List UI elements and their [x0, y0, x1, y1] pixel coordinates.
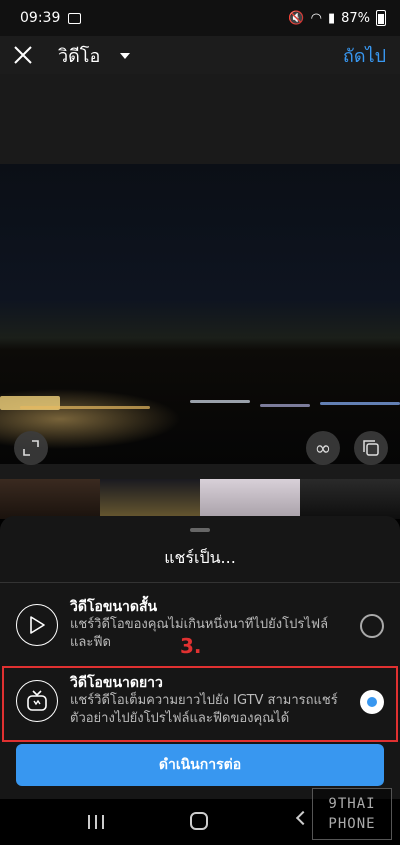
- watermark-line: 9THAI: [328, 796, 376, 812]
- status-bar: 09:39 🔇 ◠ ▮ 87%: [0, 0, 400, 36]
- recent-apps-button[interactable]: [88, 815, 104, 829]
- signal-icon: ▮: [327, 10, 336, 26]
- expand-button[interactable]: [14, 431, 48, 465]
- highlight-box: [2, 666, 398, 742]
- watermark: 9THAI PHONE: [312, 788, 392, 840]
- preview-image: [0, 164, 400, 464]
- share-as-sheet: แชร์เป็น... วิดีโอขนาดสั้น แชร์วิดีโอของ…: [0, 516, 400, 799]
- watermark-line: PHONE: [328, 816, 376, 832]
- step-marker: 3.: [180, 634, 202, 658]
- sheet-handle[interactable]: [190, 528, 210, 532]
- video-preview: ∞: [0, 74, 400, 479]
- chevron-down-icon[interactable]: [120, 53, 131, 59]
- continue-button[interactable]: ดำเนินการต่อ: [16, 744, 384, 786]
- option-description: แชร์วิดีโอของคุณไม่เกินหนึ่งนาทีไปยังโปร…: [70, 617, 329, 650]
- expand-icon: [23, 440, 39, 456]
- home-button[interactable]: [190, 812, 208, 830]
- loop-icon: ∞: [314, 436, 332, 460]
- back-button[interactable]: [295, 810, 311, 826]
- close-icon: [14, 46, 32, 64]
- thumbnail[interactable]: [0, 479, 100, 519]
- recent-apps-icon: [88, 815, 90, 829]
- next-button[interactable]: ถัดไป: [343, 41, 386, 70]
- close-button[interactable]: [0, 36, 46, 74]
- thumbnail[interactable]: [100, 479, 200, 519]
- play-icon: [30, 616, 45, 634]
- multi-select-icon: [363, 440, 379, 456]
- status-right: 🔇 ◠ ▮ 87%: [288, 10, 386, 26]
- gallery-icon: [68, 12, 82, 24]
- divider: [0, 582, 400, 583]
- status-time: 09:39: [20, 10, 61, 26]
- option-icon: [16, 604, 58, 646]
- option-label: วิดีโอขนาดสั้น: [70, 599, 158, 615]
- sheet-title: แชร์เป็น...: [164, 548, 236, 567]
- top-bar: วิดีโอ ถัดไป: [0, 36, 400, 74]
- thumbnail[interactable]: [300, 479, 400, 519]
- battery-icon: [376, 10, 386, 26]
- loop-button[interactable]: ∞: [306, 431, 340, 465]
- thumbnail[interactable]: [200, 479, 300, 519]
- media-type-title[interactable]: วิดีโอ: [58, 41, 100, 70]
- multi-select-button[interactable]: [354, 431, 388, 465]
- city-lights: [0, 396, 400, 436]
- wifi-icon: ◠: [310, 10, 322, 26]
- battery-percent: 87%: [341, 10, 370, 26]
- gallery-thumbnails: [0, 479, 400, 519]
- radio-button-unselected[interactable]: [360, 614, 384, 638]
- mute-icon: 🔇: [288, 10, 305, 26]
